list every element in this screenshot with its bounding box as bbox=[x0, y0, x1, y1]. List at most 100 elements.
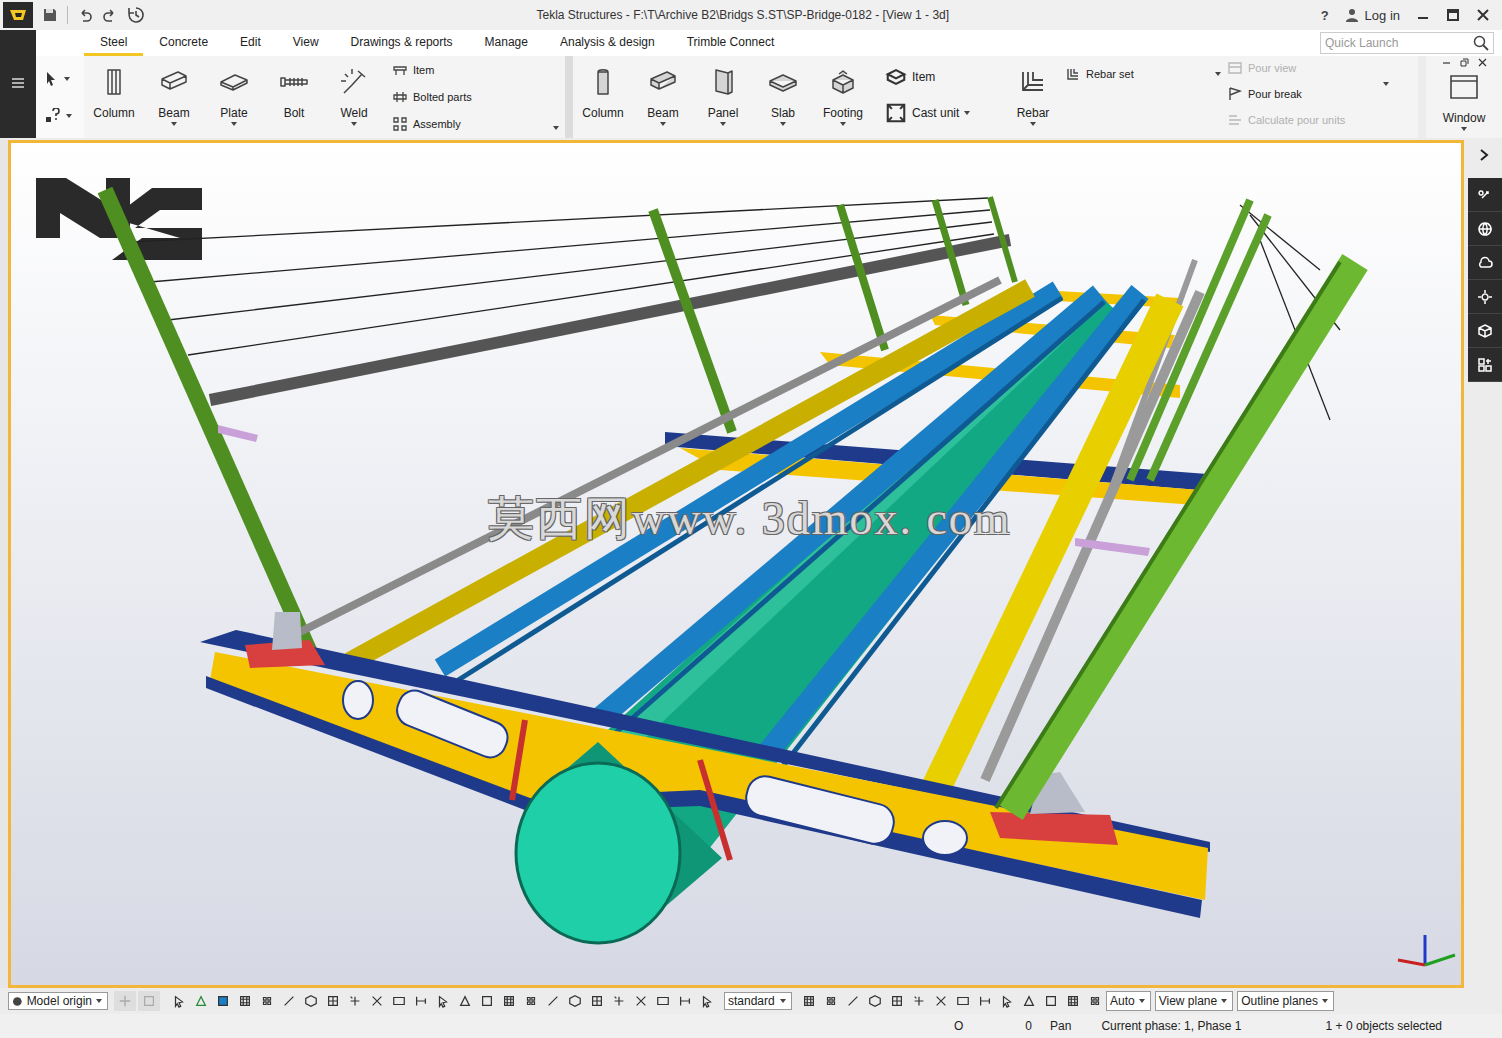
select-arrow-icon[interactable] bbox=[44, 71, 58, 87]
toolbar-button[interactable] bbox=[1062, 991, 1084, 1011]
undo-icon[interactable] bbox=[77, 7, 93, 23]
toolbar-button[interactable] bbox=[630, 991, 652, 1011]
model-view-3d[interactable]: 莫西网www. 3dmox. com bbox=[8, 140, 1464, 988]
ribbon-button[interactable]: Column bbox=[84, 66, 144, 126]
toolbar-button[interactable] bbox=[864, 991, 886, 1011]
toolbar-button[interactable] bbox=[322, 991, 344, 1011]
toolbar-button[interactable] bbox=[974, 991, 996, 1011]
tekla-logo-icon[interactable] bbox=[3, 2, 33, 28]
ribbon-button[interactable]: Beam bbox=[144, 66, 204, 126]
ribbon-tab[interactable]: Edit bbox=[224, 35, 277, 56]
toolbar-button[interactable] bbox=[138, 991, 160, 1011]
toolbar-button[interactable] bbox=[1040, 991, 1062, 1011]
toolbar-button[interactable] bbox=[908, 991, 930, 1011]
small-ribbon-button[interactable]: Calculate pour units bbox=[1227, 112, 1377, 128]
toolbar-button[interactable] bbox=[410, 991, 432, 1011]
toolbar-button[interactable] bbox=[930, 991, 952, 1011]
side-pane-button[interactable] bbox=[1468, 212, 1502, 246]
outline-planes-dropdown[interactable]: Outline planes bbox=[1237, 991, 1334, 1011]
toolbar-button[interactable] bbox=[278, 991, 300, 1011]
toolbar-button[interactable] bbox=[952, 991, 974, 1011]
ribbon-tab[interactable]: Concrete bbox=[143, 35, 224, 56]
toolbar-button[interactable] bbox=[674, 991, 696, 1011]
small-ribbon-button[interactable]: Pour view bbox=[1227, 60, 1377, 76]
toolbar-button[interactable] bbox=[1018, 991, 1040, 1011]
toolbar-button[interactable] bbox=[168, 991, 190, 1011]
ribbon-button[interactable]: Panel bbox=[693, 66, 753, 126]
window-button[interactable]: Window bbox=[1434, 71, 1494, 131]
dropdown-arrow[interactable] bbox=[1215, 72, 1221, 76]
toolbar-button[interactable] bbox=[388, 991, 410, 1011]
close-view-icon[interactable] bbox=[1478, 58, 1487, 67]
toolbar-button[interactable] bbox=[564, 991, 586, 1011]
ribbon-button[interactable]: Column bbox=[573, 66, 633, 126]
toolbar-button[interactable] bbox=[498, 991, 520, 1011]
maximize-icon[interactable] bbox=[1446, 8, 1460, 22]
toolbar-button[interactable] bbox=[842, 991, 864, 1011]
current-phase[interactable]: Current phase: 1, Phase 1 bbox=[1101, 1019, 1241, 1033]
ribbon-tab[interactable]: View bbox=[277, 35, 335, 56]
save-icon[interactable] bbox=[42, 7, 58, 23]
toolbar-button[interactable] bbox=[366, 991, 388, 1011]
toolbar-button[interactable] bbox=[696, 991, 718, 1011]
dropdown-arrow[interactable] bbox=[780, 122, 786, 126]
toolbar-button[interactable] bbox=[212, 991, 234, 1011]
side-pane-button[interactable] bbox=[1468, 280, 1502, 314]
rebar-set-button[interactable]: Rebar set bbox=[1065, 66, 1215, 82]
side-pane-button[interactable] bbox=[1468, 314, 1502, 348]
toolbar-button[interactable] bbox=[190, 991, 212, 1011]
toolbar-button[interactable] bbox=[344, 991, 366, 1011]
restore-view-icon[interactable] bbox=[1460, 58, 1469, 67]
history-icon[interactable] bbox=[127, 6, 145, 24]
toolbar-button[interactable] bbox=[820, 991, 842, 1011]
toolbar-button[interactable] bbox=[608, 991, 630, 1011]
toolbar-button[interactable] bbox=[454, 991, 476, 1011]
ribbon-button[interactable]: Beam bbox=[633, 66, 693, 126]
dropdown-arrow[interactable] bbox=[351, 122, 357, 126]
toolbar-button[interactable] bbox=[114, 991, 136, 1011]
dropdown-arrow[interactable] bbox=[720, 122, 726, 126]
minimize-view-icon[interactable] bbox=[1442, 58, 1451, 67]
redo-icon[interactable] bbox=[102, 7, 118, 23]
group-dropdown-arrow[interactable] bbox=[553, 126, 559, 130]
ribbon-tab[interactable]: Drawings & reports bbox=[335, 35, 469, 56]
side-pane-button[interactable] bbox=[1468, 348, 1502, 382]
side-pane-button[interactable] bbox=[1468, 178, 1502, 212]
snap-query-icon[interactable] bbox=[44, 108, 60, 124]
toolbar-button[interactable] bbox=[542, 991, 564, 1011]
filter-dropdown[interactable]: standard bbox=[724, 992, 792, 1010]
ribbon-button[interactable]: Slab bbox=[753, 66, 813, 126]
help-button[interactable]: ? bbox=[1321, 8, 1329, 23]
login-button[interactable]: Log in bbox=[1345, 8, 1400, 23]
small-ribbon-button[interactable]: Pour break bbox=[1227, 86, 1377, 102]
small-ribbon-button[interactable]: Item bbox=[885, 66, 1003, 88]
side-pane-button[interactable] bbox=[1468, 246, 1502, 280]
small-ribbon-button[interactable]: Item bbox=[392, 62, 472, 78]
toolbar-button[interactable] bbox=[300, 991, 322, 1011]
ribbon-tab[interactable]: Analysis & design bbox=[544, 35, 671, 56]
ribbon-button[interactable]: Footing bbox=[813, 66, 873, 126]
quick-launch-field[interactable]: Quick Launch bbox=[1320, 32, 1494, 54]
auto-dropdown[interactable]: Auto bbox=[1106, 991, 1151, 1011]
toolbar-button[interactable] bbox=[996, 991, 1018, 1011]
toolbar-button[interactable] bbox=[886, 991, 908, 1011]
toolbar-button[interactable] bbox=[1084, 991, 1106, 1011]
view-plane-dropdown[interactable]: View plane bbox=[1155, 991, 1234, 1011]
dropdown-arrow[interactable] bbox=[660, 122, 666, 126]
origin-dropdown[interactable]: Model origin bbox=[8, 992, 108, 1010]
ribbon-button[interactable]: Weld bbox=[324, 66, 384, 126]
rebar-button[interactable]: Rebar bbox=[1003, 66, 1063, 126]
minimize-icon[interactable] bbox=[1416, 8, 1430, 22]
dropdown-arrow[interactable] bbox=[840, 122, 846, 126]
dropdown-arrow[interactable] bbox=[171, 122, 177, 126]
toolbar-button[interactable] bbox=[586, 991, 608, 1011]
toolbar-button[interactable] bbox=[520, 991, 542, 1011]
toolbar-button[interactable] bbox=[432, 991, 454, 1011]
close-icon[interactable] bbox=[1476, 8, 1490, 22]
ribbon-button[interactable]: Bolt bbox=[264, 66, 324, 126]
small-ribbon-button[interactable]: Bolted parts bbox=[392, 89, 472, 105]
toolbar-button[interactable] bbox=[256, 991, 278, 1011]
small-ribbon-button[interactable]: Cast unit bbox=[885, 102, 1003, 124]
expand-arrow-icon[interactable] bbox=[1478, 148, 1490, 162]
ribbon-tab[interactable]: Trimble Connect bbox=[671, 35, 791, 56]
